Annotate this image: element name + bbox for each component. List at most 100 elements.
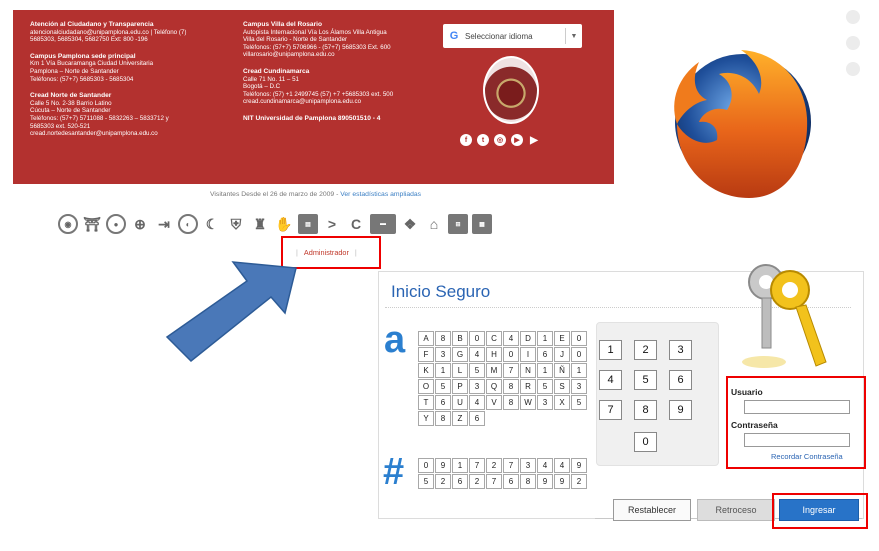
letter-key[interactable]: P <box>452 379 468 394</box>
number-key[interactable]: 6 <box>452 474 468 489</box>
letter-key[interactable]: 3 <box>537 395 553 410</box>
number-key[interactable]: 1 <box>452 458 468 473</box>
number-key[interactable]: 9 <box>571 458 587 473</box>
number-key[interactable]: 2 <box>469 474 485 489</box>
letter-key[interactable]: 6 <box>435 395 451 410</box>
letter-key[interactable]: Ñ <box>554 363 570 378</box>
keys-icon <box>742 264 827 368</box>
numbers-icon: # <box>383 451 405 493</box>
letter-key[interactable]: W <box>520 395 536 410</box>
letter-keyboard: A8B0C4D1E0F3G4H0I6J0K1L5M7N1Ñ1O5P3Q8R5S3… <box>418 331 587 426</box>
letter-key[interactable]: O <box>418 379 434 394</box>
password-label: Contraseña <box>731 420 778 430</box>
dot <box>846 62 860 76</box>
number-key[interactable]: 9 <box>435 458 451 473</box>
letter-key[interactable]: 3 <box>469 379 485 394</box>
letter-key[interactable]: Y <box>418 411 434 426</box>
number-key[interactable]: 7 <box>469 458 485 473</box>
letter-key[interactable]: 0 <box>503 347 519 362</box>
number-keyboard: 09172734495262768992 <box>418 458 587 489</box>
letter-key[interactable]: 8 <box>435 411 451 426</box>
letter-key[interactable]: I <box>520 347 536 362</box>
number-key[interactable]: 4 <box>554 458 570 473</box>
numpad-key[interactable]: 9 <box>669 400 692 420</box>
number-key[interactable]: 8 <box>520 474 536 489</box>
letter-key[interactable]: N <box>520 363 536 378</box>
letter-key[interactable]: 1 <box>571 363 587 378</box>
numpad-key[interactable]: 7 <box>599 400 622 420</box>
number-key[interactable]: 7 <box>503 458 519 473</box>
forgot-password-link[interactable]: Recordar Contraseña <box>771 452 843 461</box>
number-key[interactable]: 2 <box>571 474 587 489</box>
letter-key[interactable]: 6 <box>537 347 553 362</box>
letter-key[interactable]: F <box>418 347 434 362</box>
numpad-key[interactable]: 1 <box>599 340 622 360</box>
letter-key[interactable]: 5 <box>435 379 451 394</box>
numpad-key[interactable]: 5 <box>634 370 657 390</box>
letter-key[interactable]: 8 <box>503 395 519 410</box>
letter-key[interactable]: X <box>554 395 570 410</box>
number-key[interactable]: 3 <box>520 458 536 473</box>
username-input[interactable] <box>744 400 850 414</box>
letter-key[interactable]: 0 <box>571 331 587 346</box>
letter-key[interactable]: 5 <box>469 363 485 378</box>
number-key[interactable]: 6 <box>503 474 519 489</box>
letter-key[interactable]: 8 <box>503 379 519 394</box>
numpad-key[interactable]: 4 <box>599 370 622 390</box>
letter-key[interactable]: V <box>486 395 502 410</box>
letter-key[interactable]: M <box>486 363 502 378</box>
letter-key[interactable]: 5 <box>571 395 587 410</box>
numpad-key[interactable]: 3 <box>669 340 692 360</box>
numpad-key[interactable]: 8 <box>634 400 657 420</box>
letter-key[interactable]: B <box>452 331 468 346</box>
letter-key[interactable]: 8 <box>435 331 451 346</box>
number-key[interactable]: 0 <box>418 458 434 473</box>
letter-key[interactable]: 1 <box>435 363 451 378</box>
letter-key[interactable]: L <box>452 363 468 378</box>
letter-key[interactable]: Q <box>486 379 502 394</box>
firefox-logo <box>674 50 811 198</box>
letter-key[interactable]: A <box>418 331 434 346</box>
number-key[interactable]: 2 <box>435 474 451 489</box>
back-button[interactable]: Retroceso <box>697 499 775 521</box>
numpad-key[interactable]: 6 <box>669 370 692 390</box>
number-key[interactable]: 9 <box>537 474 553 489</box>
number-key[interactable]: 7 <box>486 474 502 489</box>
letter-key[interactable]: E <box>554 331 570 346</box>
letter-key[interactable]: 3 <box>435 347 451 362</box>
reset-button[interactable]: Restablecer <box>613 499 691 521</box>
letter-key[interactable]: R <box>520 379 536 394</box>
letter-key[interactable]: 4 <box>503 331 519 346</box>
letter-key[interactable]: 1 <box>537 331 553 346</box>
numpad-key[interactable]: 0 <box>634 432 657 452</box>
letter-key[interactable]: C <box>486 331 502 346</box>
letter-key[interactable]: G <box>452 347 468 362</box>
letter-key[interactable]: T <box>418 395 434 410</box>
letter-key[interactable]: U <box>452 395 468 410</box>
letters-icon: a <box>384 319 406 361</box>
letter-key[interactable]: 3 <box>571 379 587 394</box>
dot <box>846 10 860 24</box>
letter-key[interactable]: 4 <box>469 395 485 410</box>
password-input[interactable] <box>744 433 850 447</box>
number-key[interactable]: 9 <box>554 474 570 489</box>
numeric-keypad: 123 456 7890 <box>596 322 719 466</box>
letter-key[interactable]: D <box>520 331 536 346</box>
login-title: Inicio Seguro <box>391 282 491 301</box>
letter-key[interactable]: 6 <box>469 411 485 426</box>
letter-key[interactable]: 0 <box>469 331 485 346</box>
letter-key[interactable]: H <box>486 347 502 362</box>
letter-key[interactable]: 7 <box>503 363 519 378</box>
number-key[interactable]: 2 <box>486 458 502 473</box>
number-key[interactable]: 5 <box>418 474 434 489</box>
letter-key[interactable]: 1 <box>537 363 553 378</box>
letter-key[interactable]: S <box>554 379 570 394</box>
number-key[interactable]: 4 <box>537 458 553 473</box>
letter-key[interactable]: 5 <box>537 379 553 394</box>
letter-key[interactable]: Z <box>452 411 468 426</box>
letter-key[interactable]: 4 <box>469 347 485 362</box>
letter-key[interactable]: 0 <box>571 347 587 362</box>
letter-key[interactable]: K <box>418 363 434 378</box>
letter-key[interactable]: J <box>554 347 570 362</box>
numpad-key[interactable]: 2 <box>634 340 657 360</box>
